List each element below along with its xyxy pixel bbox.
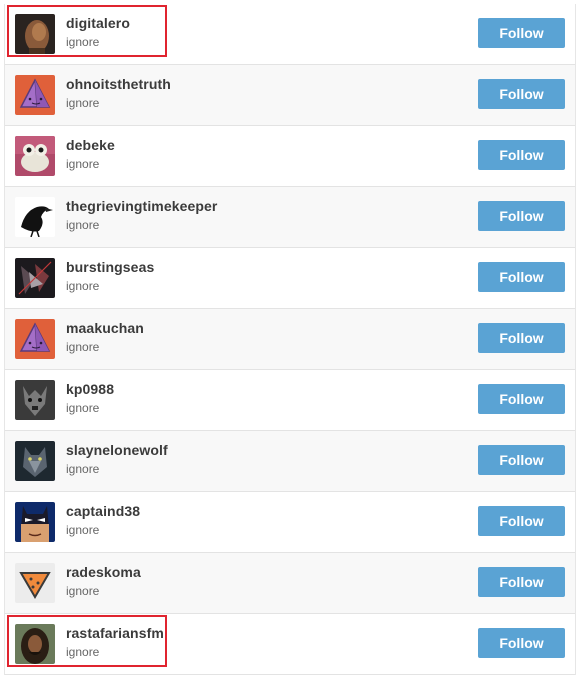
- follow-button[interactable]: Follow: [478, 79, 565, 109]
- purple-pyramid-avatar[interactable]: [15, 75, 55, 115]
- user-row: kp0988 ignore Follow: [5, 370, 575, 431]
- username-link[interactable]: maakuchan: [66, 320, 144, 336]
- username-link[interactable]: rastafariansfm: [66, 625, 164, 641]
- follow-button[interactable]: Follow: [478, 140, 565, 170]
- username-link[interactable]: burstingseas: [66, 259, 154, 275]
- batman-avatar[interactable]: [15, 502, 55, 542]
- ignore-link[interactable]: ignore: [66, 645, 99, 659]
- username-link[interactable]: ohnoitsthetruth: [66, 76, 171, 92]
- ignore-link[interactable]: ignore: [66, 157, 99, 171]
- ignore-link[interactable]: ignore: [66, 462, 99, 476]
- ignore-link[interactable]: ignore: [66, 218, 99, 232]
- user-row: ohnoitsthetruth ignore Follow: [5, 65, 575, 126]
- follow-button[interactable]: Follow: [478, 18, 565, 48]
- ignore-link[interactable]: ignore: [66, 523, 99, 537]
- follow-button[interactable]: Follow: [478, 445, 565, 475]
- user-row: thegrievingtimekeeper ignore Follow: [5, 187, 575, 248]
- follow-button[interactable]: Follow: [478, 384, 565, 414]
- user-row: captaind38 ignore Follow: [5, 492, 575, 553]
- ignore-link[interactable]: ignore: [66, 96, 99, 110]
- follow-button[interactable]: Follow: [478, 323, 565, 353]
- user-list: digitalero ignore Follow ohnoitsthetruth ign…: [4, 4, 576, 675]
- follow-button[interactable]: Follow: [478, 628, 565, 658]
- username-link[interactable]: slaynelonewolf: [66, 442, 168, 458]
- username-link[interactable]: debeke: [66, 137, 115, 153]
- username-link[interactable]: digitalero: [66, 15, 130, 31]
- username-link[interactable]: captaind38: [66, 503, 140, 519]
- user-row: slaynelonewolf ignore Follow: [5, 431, 575, 492]
- username-link[interactable]: thegrievingtimekeeper: [66, 198, 218, 214]
- ignore-link[interactable]: ignore: [66, 401, 99, 415]
- follow-button[interactable]: Follow: [478, 201, 565, 231]
- orange-triangle-avatar[interactable]: [15, 563, 55, 603]
- ignore-link[interactable]: ignore: [66, 340, 99, 354]
- follow-button[interactable]: Follow: [478, 262, 565, 292]
- ignore-link[interactable]: ignore: [66, 279, 99, 293]
- wolf-avatar[interactable]: [15, 441, 55, 481]
- user-row: rastafariansfm ignore Follow: [5, 614, 575, 675]
- follow-button[interactable]: Follow: [478, 567, 565, 597]
- bronze-face-avatar[interactable]: [15, 14, 55, 54]
- raven-avatar[interactable]: [15, 197, 55, 237]
- ignore-link[interactable]: ignore: [66, 584, 99, 598]
- user-row: debeke ignore Follow: [5, 126, 575, 187]
- dark-mecha-avatar[interactable]: [15, 258, 55, 298]
- purple-pyramid-avatar[interactable]: [15, 319, 55, 359]
- stuffed-creature-avatar[interactable]: [15, 136, 55, 176]
- portrait-avatar[interactable]: [15, 624, 55, 664]
- gray-gargoyle-avatar[interactable]: [15, 380, 55, 420]
- username-link[interactable]: kp0988: [66, 381, 114, 397]
- username-link[interactable]: radeskoma: [66, 564, 141, 580]
- ignore-link[interactable]: ignore: [66, 35, 99, 49]
- user-row: radeskoma ignore Follow: [5, 553, 575, 614]
- user-row: burstingseas ignore Follow: [5, 248, 575, 309]
- user-row: digitalero ignore Follow: [5, 4, 575, 65]
- follow-button[interactable]: Follow: [478, 506, 565, 536]
- user-row: maakuchan ignore Follow: [5, 309, 575, 370]
